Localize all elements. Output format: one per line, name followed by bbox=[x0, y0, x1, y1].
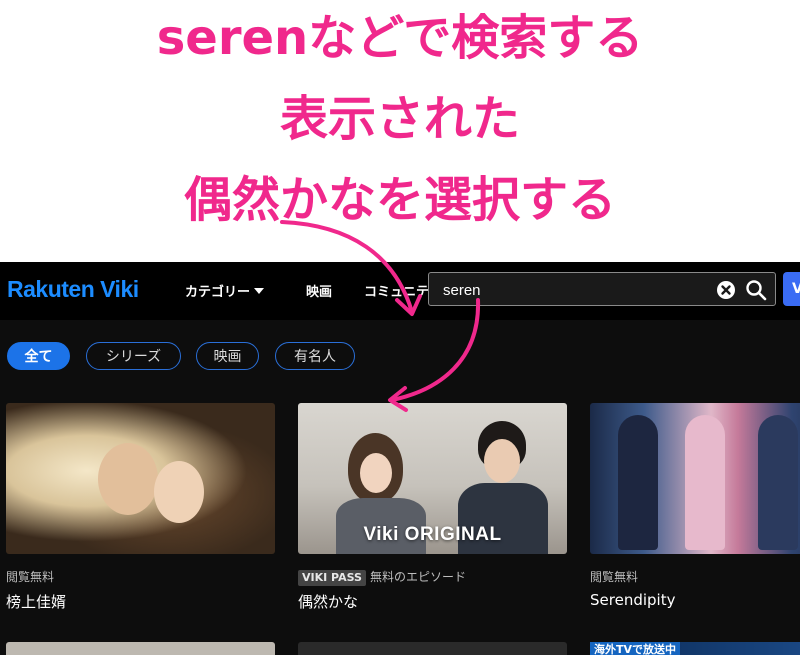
nav-movies[interactable]: 映画 bbox=[306, 281, 332, 300]
annotation-line-1: serenなどで検索する bbox=[156, 10, 644, 66]
search-icon[interactable] bbox=[745, 279, 767, 305]
site-header: Rakuten Viki カテゴリー 映画 コミュニティ V bbox=[0, 262, 800, 320]
nav-category[interactable]: カテゴリー bbox=[185, 281, 265, 300]
thumbnail-2[interactable]: Viki ORIGINAL bbox=[298, 403, 567, 554]
viki-pass-badge: VIKI PASS bbox=[298, 570, 366, 586]
annotation-banner: serenなどで検索する 表示された 偶然かなを選択する bbox=[0, 0, 800, 262]
chip-all[interactable]: 全て bbox=[7, 342, 70, 370]
viki-logo[interactable]: Rakuten Viki bbox=[7, 276, 139, 303]
card-2-meta-text: 無料のエピソード bbox=[369, 570, 466, 584]
search-box bbox=[428, 272, 776, 306]
card-2-title[interactable]: 偶然かな bbox=[298, 591, 567, 612]
broadcast-badge: 海外TVで放送中 bbox=[590, 642, 681, 655]
viki-app: Rakuten Viki カテゴリー 映画 コミュニティ V 全て シリーズ 映… bbox=[0, 262, 800, 655]
result-card-6-thumbnail[interactable]: 海外TVで放送中 bbox=[590, 642, 800, 655]
chevron-down-icon bbox=[254, 288, 265, 294]
result-card-3[interactable]: 閲覧無料 Serendipity bbox=[590, 403, 800, 609]
card-1-meta: 閲覧無料 bbox=[6, 570, 55, 584]
card-1-title[interactable]: 榜上佳婿 bbox=[6, 591, 275, 612]
thumbnail-1[interactable] bbox=[6, 403, 275, 554]
viki-original-logo: Viki ORIGINAL bbox=[363, 524, 502, 545]
card-2-meta: VIKI PASS 無料のエピソード bbox=[298, 568, 567, 586]
annotation-line-3: 偶然かなを選択する bbox=[183, 172, 616, 228]
chip-series[interactable]: シリーズ bbox=[86, 342, 181, 370]
thumbnail-3[interactable] bbox=[590, 403, 800, 554]
clear-search-icon[interactable] bbox=[716, 280, 736, 304]
card-3-meta: 閲覧無料 bbox=[590, 570, 639, 584]
result-card-1[interactable]: 閲覧無料 榜上佳婿 bbox=[6, 403, 275, 612]
annotation-line-2: 表示された bbox=[279, 91, 520, 147]
chip-celebrities[interactable]: 有名人 bbox=[275, 342, 355, 370]
card-3-title[interactable]: Serendipity bbox=[590, 591, 800, 609]
result-card-2[interactable]: Viki ORIGINAL VIKI PASS 無料のエピソード 偶然かな bbox=[298, 403, 567, 612]
result-card-5-thumbnail[interactable] bbox=[298, 642, 567, 655]
signup-button[interactable]: V bbox=[783, 272, 800, 306]
result-card-4-thumbnail[interactable] bbox=[6, 642, 275, 655]
search-input[interactable] bbox=[443, 279, 703, 301]
chip-movies[interactable]: 映画 bbox=[196, 342, 259, 370]
nav-category-label: カテゴリー bbox=[185, 285, 251, 300]
